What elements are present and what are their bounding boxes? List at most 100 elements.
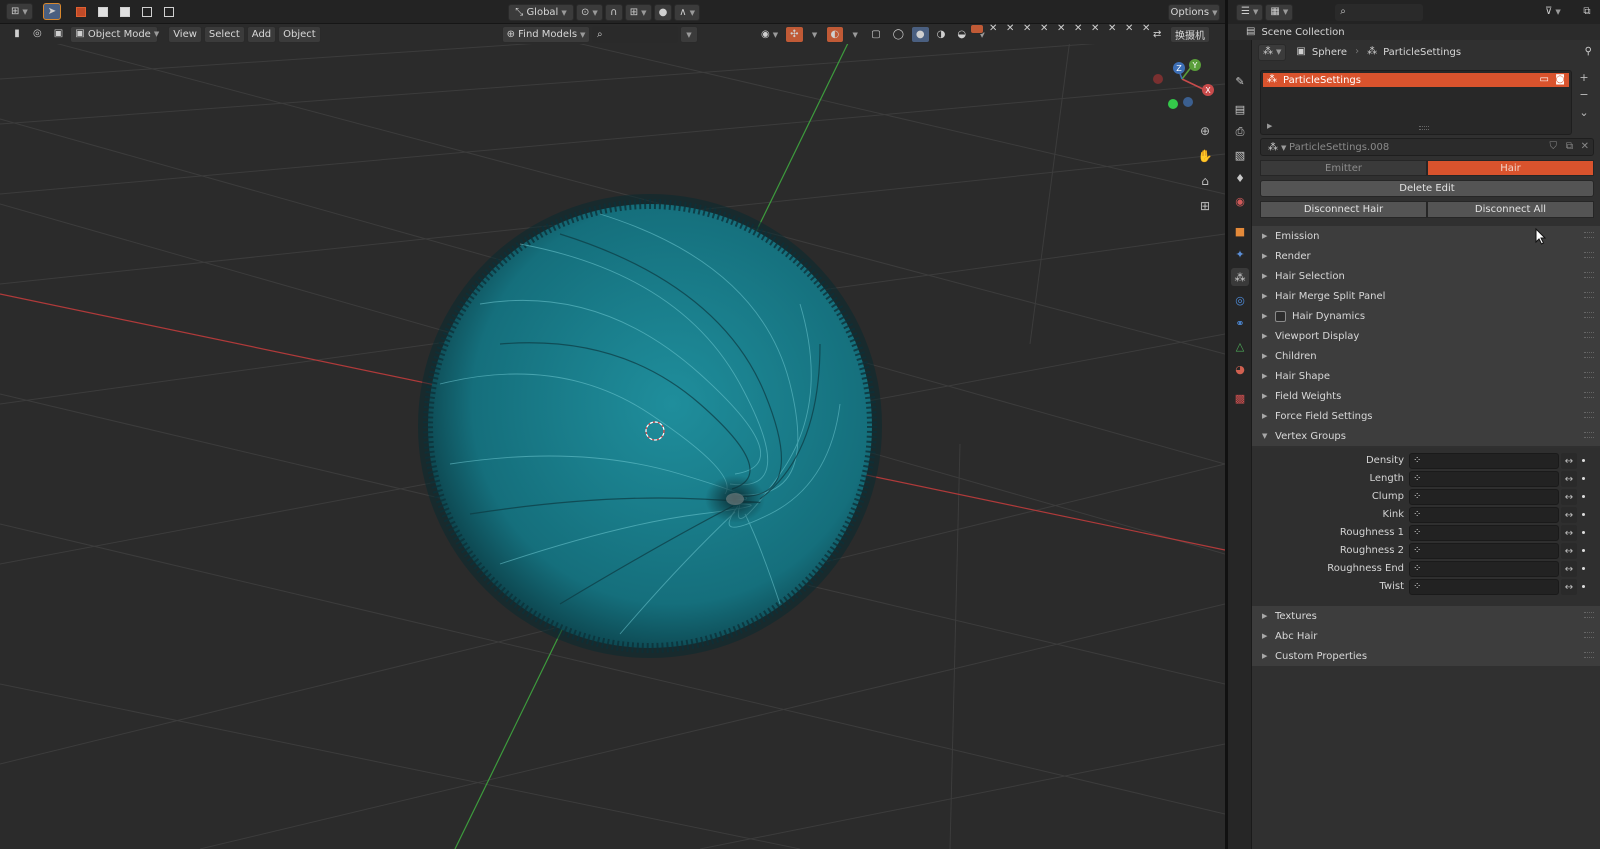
- panel-render[interactable]: ▶ Render: [1252, 246, 1600, 266]
- particle-specials-button[interactable]: ⌄: [1576, 105, 1592, 119]
- visibility-dropdown[interactable]: ◉ ▼: [756, 26, 783, 43]
- bookmark-button[interactable]: ▮: [8, 26, 26, 43]
- panel-grip[interactable]: [1584, 252, 1594, 258]
- addon-icon[interactable]: ✕: [1074, 24, 1088, 34]
- panel-grip[interactable]: [1584, 312, 1594, 318]
- disconnect-all-button[interactable]: Disconnect All: [1427, 201, 1594, 218]
- overlay-dropdown[interactable]: ▼: [846, 26, 864, 43]
- shading-solid[interactable]: ●: [910, 26, 930, 43]
- camera-swap-button[interactable]: 换摄机: [1170, 26, 1210, 43]
- tab-output[interactable]: ⎙: [1231, 123, 1249, 141]
- duplicate-icon[interactable]: ⧉: [1566, 142, 1573, 152]
- addon-icon[interactable]: ✕: [989, 24, 1003, 34]
- addon-icon[interactable]: ✕: [1057, 24, 1071, 34]
- disconnect-hair-button[interactable]: Disconnect Hair: [1260, 201, 1427, 218]
- panel-custom-properties[interactable]: ▶ Custom Properties: [1252, 646, 1600, 666]
- model-search-input[interactable]: ⌕: [592, 26, 678, 43]
- list-resize-grip[interactable]: [1419, 126, 1429, 130]
- viewport-toggle-icon[interactable]: ▭: [1540, 75, 1549, 85]
- tab-render[interactable]: ▤: [1231, 100, 1249, 118]
- tab-scene[interactable]: ♦: [1231, 169, 1249, 187]
- panel-field-weights[interactable]: ▶ Field Weights: [1252, 386, 1600, 406]
- decorator-dot[interactable]: [1582, 549, 1585, 552]
- navigation-gizmo[interactable]: X Y Z: [1153, 59, 1214, 109]
- addon-toggle-icon[interactable]: [970, 24, 984, 34]
- panel-grip[interactable]: [1584, 292, 1594, 298]
- overlay-toggle[interactable]: ◐: [825, 26, 845, 43]
- hair-dynamics-checkbox[interactable]: [1275, 310, 1286, 322]
- vertex-group-field[interactable]: ⁘: [1409, 471, 1559, 487]
- invert-toggle-icon[interactable]: ↔: [1561, 561, 1577, 577]
- zoom-icon[interactable]: ⊕: [1196, 122, 1214, 140]
- type-hair-button[interactable]: Hair: [1427, 160, 1594, 176]
- panel-grip[interactable]: [1584, 612, 1594, 618]
- panel-grip[interactable]: [1584, 272, 1594, 278]
- addon-icon[interactable]: ✕: [1040, 24, 1054, 34]
- decorator-dot[interactable]: [1582, 585, 1585, 588]
- panel-emission[interactable]: ▶ Emission: [1252, 226, 1600, 246]
- particle-settings-selector[interactable]: ⁂ ▼ ParticleSettings.008 ⛉ ⧉ ✕: [1260, 138, 1594, 156]
- 3d-viewport[interactable]: ⊞ ▼ ➤ ⤡ Global ▼ ⊙ ▼ ∩ ⊞ ▼ ● ∧ ▼ Options ▼ ▮ ◎…: [0, 0, 1225, 849]
- menu-select[interactable]: Select: [203, 25, 245, 43]
- addon-icon[interactable]: ✕: [1125, 24, 1139, 34]
- filter-button[interactable]: ⊽ ▼: [1540, 3, 1566, 20]
- panel-grip[interactable]: [1584, 632, 1594, 638]
- shading-rendered[interactable]: ◒: [952, 26, 971, 43]
- panel-grip[interactable]: [1584, 352, 1594, 358]
- model-search-dropdown[interactable]: ▼: [680, 26, 698, 43]
- tab-object[interactable]: ■: [1231, 222, 1249, 240]
- panel-grip[interactable]: [1584, 372, 1594, 378]
- decorator-dot[interactable]: [1582, 495, 1585, 498]
- tab-view-layer[interactable]: ▧: [1231, 146, 1249, 164]
- shading-material[interactable]: ◑: [932, 26, 951, 43]
- invert-toggle-icon[interactable]: ↔: [1561, 471, 1577, 487]
- decorator-dot[interactable]: [1582, 531, 1585, 534]
- pin-icon[interactable]: ⚲: [1585, 47, 1592, 57]
- particle-system-list[interactable]: ⁂ ParticleSettings ▭ ◙ ▶: [1260, 70, 1572, 135]
- decorator-dot[interactable]: [1582, 459, 1585, 462]
- panel-grip[interactable]: [1584, 232, 1594, 238]
- gizmo-dropdown[interactable]: ▼: [806, 26, 824, 43]
- render-toggle-icon[interactable]: ◙: [1555, 75, 1565, 85]
- panel-hair-selection[interactable]: ▶ Hair Selection: [1252, 266, 1600, 286]
- unlink-close-icon[interactable]: ✕: [1581, 142, 1589, 152]
- panel-force-field-settings[interactable]: ▶ Force Field Settings: [1252, 406, 1600, 426]
- tab-texture[interactable]: ▩: [1231, 389, 1249, 407]
- falloff-dropdown[interactable]: ∧ ▼: [674, 4, 701, 21]
- snap-target-dropdown[interactable]: ⊞ ▼: [624, 4, 652, 21]
- delete-edit-button[interactable]: Delete Edit: [1260, 180, 1594, 197]
- vertex-group-field[interactable]: ⁘: [1409, 525, 1559, 541]
- shading-wireframe[interactable]: ◯: [888, 26, 909, 43]
- select-tool-button[interactable]: ➤: [42, 3, 62, 20]
- panel-grip[interactable]: [1584, 392, 1594, 398]
- panel-hair-dynamics[interactable]: ▶ Hair Dynamics: [1252, 306, 1600, 326]
- decorator-dot[interactable]: [1582, 567, 1585, 570]
- invert-toggle-icon[interactable]: ↔: [1561, 453, 1577, 469]
- addon-icon[interactable]: ✕: [1006, 24, 1020, 34]
- camera-settings-button[interactable]: ◎: [28, 26, 47, 43]
- tab-data[interactable]: △: [1231, 337, 1249, 355]
- add-particle-system-button[interactable]: +: [1576, 70, 1592, 84]
- gizmo-toggle[interactable]: ✣: [785, 26, 804, 43]
- panel-grip[interactable]: [1584, 412, 1594, 418]
- select-intersect-button[interactable]: [159, 3, 179, 20]
- viewport-canvas[interactable]: X Y Z: [0, 44, 1225, 849]
- invert-toggle-icon[interactable]: ↔: [1561, 543, 1577, 559]
- panel-abc-hair[interactable]: ▶ Abc Hair: [1252, 626, 1600, 646]
- ortho-grid-icon[interactable]: ⊞: [1196, 197, 1214, 215]
- browse-settings-button[interactable]: ⁂ ▼: [1263, 139, 1291, 156]
- menu-add[interactable]: Add: [246, 25, 277, 43]
- pan-hand-icon[interactable]: ✋: [1196, 147, 1214, 165]
- addon-icon[interactable]: ✕: [1023, 24, 1037, 34]
- context-dropdown[interactable]: ⁂ ▼: [1258, 43, 1287, 61]
- transform-orientation-dropdown[interactable]: ⤡ Global ▼: [508, 4, 574, 21]
- vertex-group-field[interactable]: ⁘: [1409, 453, 1559, 469]
- display-mode-button[interactable]: ▦ ▼: [1265, 3, 1294, 21]
- decorator-dot[interactable]: [1582, 477, 1585, 480]
- addon-icon[interactable]: ✕: [1108, 24, 1122, 34]
- select-subtract-button[interactable]: [115, 3, 135, 20]
- proportional-edit-toggle[interactable]: ●: [653, 4, 673, 21]
- vertex-group-field[interactable]: ⁘: [1409, 507, 1559, 523]
- select-extend-button[interactable]: [93, 3, 113, 20]
- select-new-button[interactable]: [71, 3, 91, 20]
